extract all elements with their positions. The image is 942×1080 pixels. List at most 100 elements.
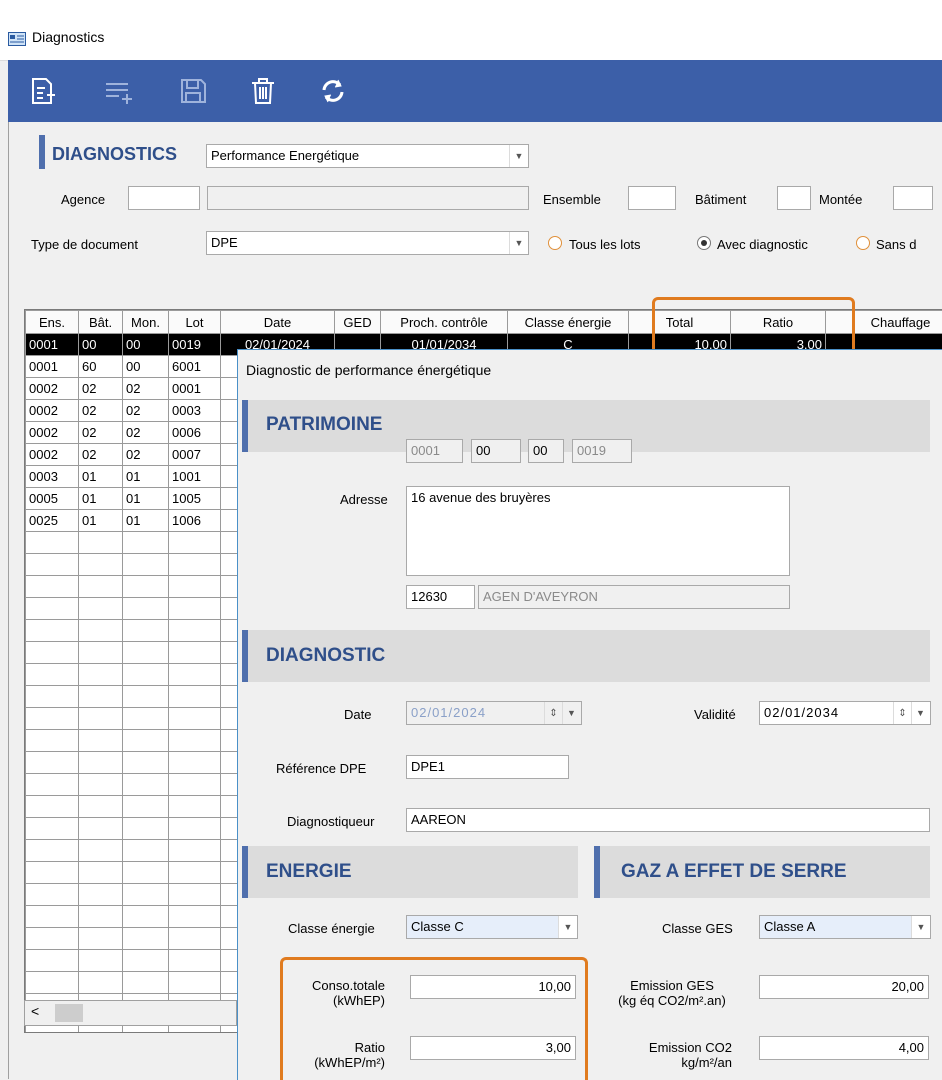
table-cell[interactable]: [26, 620, 79, 642]
table-cell[interactable]: [79, 840, 123, 862]
table-cell[interactable]: [169, 862, 221, 884]
table-cell[interactable]: 0002: [26, 400, 79, 422]
table-cell[interactable]: [123, 642, 169, 664]
table-cell[interactable]: [123, 906, 169, 928]
table-cell[interactable]: [79, 818, 123, 840]
table-cell[interactable]: [26, 554, 79, 576]
table-cell[interactable]: 02: [79, 422, 123, 444]
delete-icon[interactable]: [248, 76, 278, 106]
col-header[interactable]: Ens.: [26, 311, 79, 334]
batiment-field[interactable]: [777, 186, 811, 210]
table-cell[interactable]: 02: [79, 378, 123, 400]
radio-without-diagnostic[interactable]: [856, 236, 870, 250]
category-select[interactable]: Performance Energétique ▼: [206, 144, 529, 168]
table-cell[interactable]: [123, 928, 169, 950]
table-cell[interactable]: [26, 730, 79, 752]
table-cell[interactable]: [123, 818, 169, 840]
table-cell[interactable]: 00: [123, 334, 169, 356]
diagnostiqueur-field[interactable]: AAREON: [406, 808, 930, 832]
table-cell[interactable]: [26, 686, 79, 708]
table-cell[interactable]: [26, 840, 79, 862]
table-cell[interactable]: [123, 752, 169, 774]
classe-ges-select[interactable]: Classe A ▼: [759, 915, 931, 939]
table-cell[interactable]: [26, 818, 79, 840]
chevron-down-icon[interactable]: ▼: [509, 232, 528, 254]
table-cell[interactable]: [26, 950, 79, 972]
table-cell[interactable]: [169, 620, 221, 642]
date-field[interactable]: 02/01/2024 ⇕ ▼: [406, 701, 582, 725]
chevron-down-icon[interactable]: ▼: [558, 916, 577, 938]
table-cell[interactable]: 02: [79, 444, 123, 466]
table-cell[interactable]: 0001: [169, 378, 221, 400]
radio-with-diagnostic[interactable]: [697, 236, 711, 250]
table-cell[interactable]: 02: [123, 444, 169, 466]
table-cell[interactable]: 02: [79, 400, 123, 422]
table-cell[interactable]: [26, 972, 79, 994]
table-cell[interactable]: [123, 774, 169, 796]
adresse-field[interactable]: 16 avenue des bruyères: [406, 486, 790, 576]
table-cell[interactable]: 02: [123, 378, 169, 400]
table-cell[interactable]: [26, 928, 79, 950]
table-cell[interactable]: [79, 950, 123, 972]
table-cell[interactable]: [123, 862, 169, 884]
table-cell[interactable]: [169, 928, 221, 950]
table-cell[interactable]: [123, 620, 169, 642]
table-cell[interactable]: 00: [123, 356, 169, 378]
table-cell[interactable]: 0002: [26, 378, 79, 400]
table-cell[interactable]: [169, 906, 221, 928]
table-cell[interactable]: [123, 708, 169, 730]
emission-ges-field[interactable]: 20,00: [759, 975, 929, 999]
table-cell[interactable]: 0005: [26, 488, 79, 510]
table-cell[interactable]: 0019: [169, 334, 221, 356]
table-cell[interactable]: [26, 906, 79, 928]
table-cell[interactable]: 6001: [169, 356, 221, 378]
scroll-thumb[interactable]: [55, 1004, 83, 1022]
table-cell[interactable]: [79, 598, 123, 620]
table-cell[interactable]: [26, 532, 79, 554]
table-cell[interactable]: [26, 598, 79, 620]
table-cell[interactable]: [169, 972, 221, 994]
table-cell[interactable]: [79, 620, 123, 642]
table-cell[interactable]: [123, 598, 169, 620]
table-cell[interactable]: [169, 642, 221, 664]
new-document-icon[interactable]: [28, 76, 58, 106]
table-cell[interactable]: 60: [79, 356, 123, 378]
table-cell[interactable]: [26, 664, 79, 686]
table-cell[interactable]: 01: [79, 488, 123, 510]
table-cell[interactable]: [169, 774, 221, 796]
validite-field[interactable]: 02/01/2034 ⇕ ▼: [759, 701, 931, 725]
chevron-down-icon[interactable]: ▼: [562, 702, 581, 724]
table-cell[interactable]: [26, 862, 79, 884]
montee-field[interactable]: [893, 186, 933, 210]
table-cell[interactable]: 0001: [26, 334, 79, 356]
add-list-icon[interactable]: [103, 76, 133, 106]
table-cell[interactable]: [26, 796, 79, 818]
table-cell[interactable]: [79, 884, 123, 906]
code-postal-field[interactable]: 12630: [406, 585, 475, 609]
table-cell[interactable]: [169, 598, 221, 620]
table-cell[interactable]: [123, 664, 169, 686]
table-cell[interactable]: 0003: [169, 400, 221, 422]
type-document-select[interactable]: DPE ▼: [206, 231, 529, 255]
spin-icon[interactable]: ⇕: [893, 702, 912, 724]
table-cell[interactable]: 0006: [169, 422, 221, 444]
reference-dpe-field[interactable]: DPE1: [406, 755, 569, 779]
table-cell[interactable]: [169, 950, 221, 972]
table-cell[interactable]: [123, 686, 169, 708]
table-cell[interactable]: [169, 532, 221, 554]
table-cell[interactable]: [123, 884, 169, 906]
table-cell[interactable]: [123, 796, 169, 818]
table-cell[interactable]: [79, 928, 123, 950]
table-cell[interactable]: [169, 730, 221, 752]
table-cell[interactable]: [79, 752, 123, 774]
table-cell[interactable]: [123, 554, 169, 576]
table-cell[interactable]: [79, 796, 123, 818]
table-cell[interactable]: 02: [123, 400, 169, 422]
col-header[interactable]: Lot: [169, 311, 221, 334]
table-cell[interactable]: [79, 972, 123, 994]
table-cell[interactable]: 1006: [169, 510, 221, 532]
table-cell[interactable]: 0025: [26, 510, 79, 532]
table-cell[interactable]: 01: [123, 466, 169, 488]
table-cell[interactable]: [169, 708, 221, 730]
table-cell[interactable]: [79, 906, 123, 928]
